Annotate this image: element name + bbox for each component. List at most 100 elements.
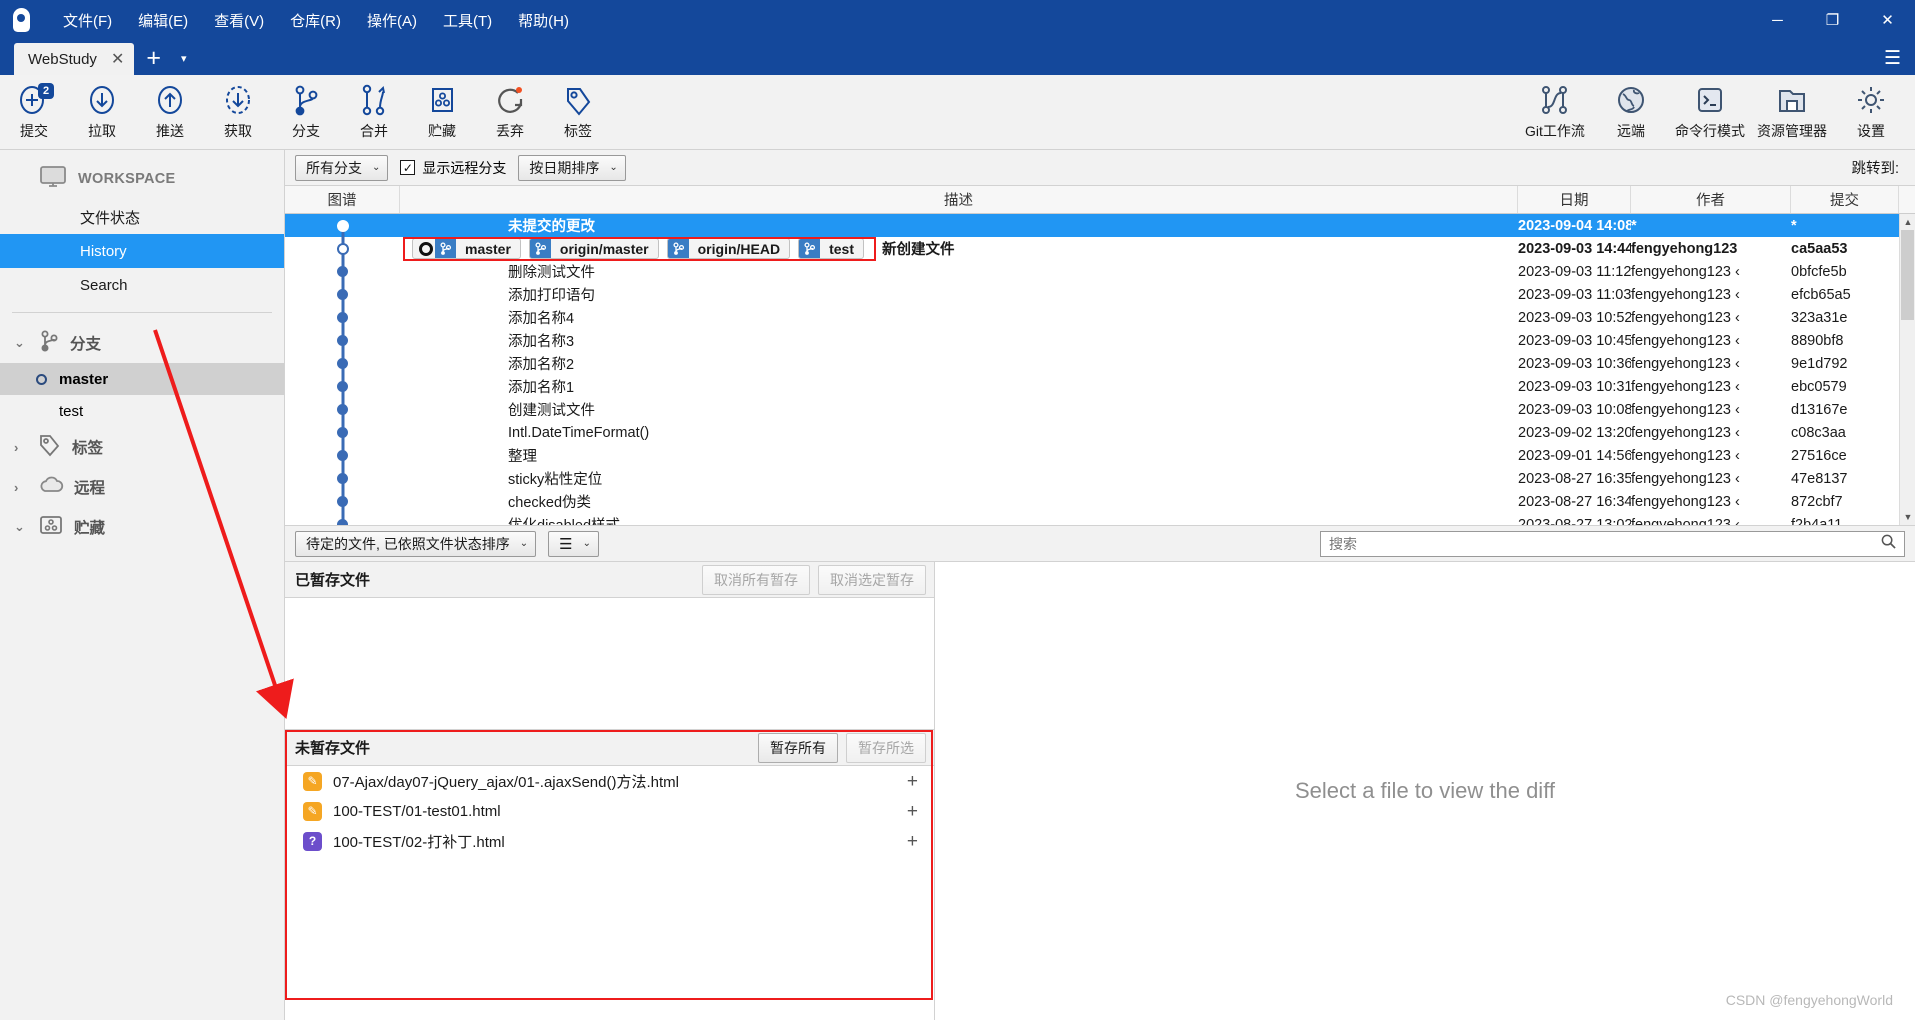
commit-row[interactable]: 整理 2023-09-01 14:56 fengyehong123 ‹ 27516ce <box>285 444 1915 467</box>
toolbar-merge-label: 合并 <box>360 123 388 139</box>
commit-graph-node <box>337 427 348 438</box>
commit-graph-cell <box>285 283 400 306</box>
menu-repository[interactable]: 仓库(R) <box>277 4 354 37</box>
pending-sort-dropdown[interactable]: 待定的文件, 已依照文件状态排序 ⌄ <box>295 530 537 557</box>
commit-row[interactable]: 添加名称4 2023-09-03 10:52 fengyehong123 ‹ 323a… <box>285 306 1915 329</box>
commit-row[interactable]: 添加名称1 2023-09-03 10:31 fengyehong123 ‹ ebc0… <box>285 375 1915 398</box>
new-tab-button[interactable]: + <box>134 46 171 75</box>
branch-chip[interactable]: master <box>412 238 521 259</box>
sidebar-item-search[interactable]: Search <box>0 268 284 302</box>
scroll-down-arrow-icon[interactable]: ▼ <box>1900 509 1915 525</box>
commit-graph-cell <box>285 237 400 260</box>
commit-description-cell: 创建测试文件 <box>400 399 1518 420</box>
sidebar-branch-test[interactable]: test <box>0 395 284 427</box>
show-remote-branches-checkbox[interactable]: ✓ 显示远程分支 <box>400 158 506 178</box>
menu-help[interactable]: 帮助(H) <box>505 4 582 37</box>
commit-row[interactable]: 添加名称2 2023-09-03 10:36 fengyehong123 ‹ 9e1d… <box>285 352 1915 375</box>
commit-description-cell: master origin/master origin/HEAD test 新创建文件 <box>400 238 1518 259</box>
menu-actions[interactable]: 操作(A) <box>354 4 430 37</box>
commit-row[interactable]: 未提交的更改 2023-09-04 14:08 * * <box>285 214 1915 237</box>
toolbar-push-button[interactable]: 推送 <box>136 77 204 147</box>
commit-table-scrollbar[interactable]: ▲ ▼ <box>1899 214 1915 525</box>
file-list-item[interactable]: ✎ 07-Ajax/day07-jQuery_ajax/01-.ajaxSend(… <box>285 766 934 796</box>
hamburger-menu-icon[interactable]: ☰ <box>1884 49 1901 68</box>
commit-row[interactable]: 添加名称3 2023-09-03 10:45 fengyehong123 ‹ 8890… <box>285 329 1915 352</box>
toolbar-remote-button[interactable]: 远端 <box>1593 77 1669 147</box>
column-header-description[interactable]: 描述 <box>400 186 1518 213</box>
branch-filter-dropdown[interactable]: 所有分支 ⌄ <box>295 154 389 181</box>
tab-webstudy[interactable]: WebStudy ✕ <box>14 43 135 75</box>
menu-file[interactable]: 文件(F) <box>50 4 125 37</box>
toolbar-pull-button[interactable]: 拉取 <box>68 77 136 147</box>
staged-files-list[interactable] <box>285 598 934 729</box>
commit-row[interactable]: 添加打印语句 2023-09-03 11:03 fengyehong123 ‹ efc… <box>285 283 1915 306</box>
stage-all-button[interactable]: 暂存所有 <box>758 732 838 763</box>
sidebar-group-stashes-label: 贮藏 <box>74 520 106 537</box>
menu-edit[interactable]: 编辑(E) <box>125 4 201 37</box>
commit-row[interactable]: master origin/master origin/HEAD test 新创建文件 2… <box>285 237 1915 260</box>
menu-tools[interactable]: 工具(T) <box>430 4 505 37</box>
commit-row[interactable]: checked伪类 2023-08-27 16:34 fengyehong123 ‹… <box>285 490 1915 513</box>
menu-view[interactable]: 查看(V) <box>201 4 277 37</box>
toolbar-settings-button[interactable]: 设置 <box>1833 77 1909 147</box>
commit-row[interactable]: 创建测试文件 2023-09-03 10:08 fengyehong123 ‹ d13… <box>285 398 1915 421</box>
sidebar-group-stashes[interactable]: ⌄ 贮藏 <box>0 507 284 547</box>
tab-list-chevron-down-icon[interactable]: ▾ <box>171 52 197 75</box>
file-list-item[interactable]: ? 100-TEST/02-打补丁.html + <box>285 826 934 856</box>
stage-file-button[interactable]: + <box>907 832 924 851</box>
commit-description-cell: 未提交的更改 <box>400 215 1518 236</box>
toolbar-tag-button[interactable]: 标签 <box>544 77 612 147</box>
toolbar-gitflow-button[interactable]: Git工作流 <box>1517 77 1593 147</box>
toolbar-discard-button[interactable]: 丢弃 <box>476 77 544 147</box>
stage-selected-button[interactable]: 暂存所选 <box>846 732 926 763</box>
sidebar-item-file-status[interactable]: 文件状态 <box>0 200 284 234</box>
toolbar-branch-button[interactable]: 分支 <box>272 77 340 147</box>
column-header-commit[interactable]: 提交 <box>1791 186 1899 213</box>
modified-file-icon: ✎ <box>303 801 322 821</box>
close-button[interactable]: ✕ <box>1860 0 1915 40</box>
toolbar-stash-button[interactable]: 贮藏 <box>408 77 476 147</box>
toolbar-terminal-button[interactable]: 命令行模式 <box>1669 77 1751 147</box>
tab-close-icon[interactable]: ✕ <box>111 49 124 69</box>
stage-file-button[interactable]: + <box>907 772 924 791</box>
minimize-button[interactable]: ─ <box>1750 0 1805 40</box>
search-icon[interactable] <box>1881 534 1896 554</box>
toolbar-merge-button[interactable]: 合并 <box>340 77 408 147</box>
column-header-date[interactable]: 日期 <box>1518 186 1631 213</box>
sidebar-group-tags[interactable]: › 标签 <box>0 427 284 467</box>
commit-row[interactable]: Intl.DateTimeFormat() 2023-09-02 13:20 fen… <box>285 421 1915 444</box>
branch-chip[interactable]: origin/master <box>528 238 659 259</box>
branch-chip[interactable]: origin/HEAD <box>666 238 791 259</box>
column-header-author[interactable]: 作者 <box>1631 186 1791 213</box>
stage-file-button[interactable]: + <box>907 802 924 821</box>
toolbar-commit-button[interactable]: 2 提交 <box>0 77 68 147</box>
commit-row[interactable]: sticky粘性定位 2023-08-27 16:35 fengyehong123 … <box>285 467 1915 490</box>
branch-chip[interactable]: test <box>798 238 864 259</box>
sidebar-group-branches[interactable]: ⌄ 分支 <box>0 323 284 363</box>
column-header-graph[interactable]: 图谱 <box>285 186 400 213</box>
commit-row[interactable]: 优化disabled样式 2023-08-27 13:02fengyehong12… <box>285 513 1915 525</box>
sidebar-item-history[interactable]: History <box>0 234 284 268</box>
toolbar-fetch-button[interactable]: 获取 <box>204 77 272 147</box>
staged-pane-title: 已暂存文件 <box>295 572 371 589</box>
toolbar-explorer-button[interactable]: 资源管理器 <box>1751 77 1833 147</box>
unstage-selected-button[interactable]: 取消选定暂存 <box>818 564 926 595</box>
maximize-button[interactable]: ❐ <box>1805 0 1860 40</box>
sidebar-group-remotes[interactable]: › 远程 <box>0 467 284 507</box>
commit-author-cell: fengyehong123 ‹ <box>1631 493 1740 510</box>
commit-description-cell: 整理 <box>400 445 1518 466</box>
diff-search-box[interactable] <box>1320 530 1905 557</box>
scrollbar-thumb[interactable] <box>1901 230 1914 320</box>
view-mode-dropdown[interactable]: ☰ ⌄ <box>548 530 600 557</box>
commit-date-cell: 2023-09-02 13:20 <box>1518 424 1631 441</box>
scroll-up-arrow-icon[interactable]: ▲ <box>1900 214 1915 230</box>
unstage-all-button[interactable]: 取消所有暂存 <box>702 564 810 595</box>
sort-order-dropdown[interactable]: 按日期排序 ⌄ <box>518 154 626 181</box>
unstaged-files-list[interactable]: ✎ 07-Ajax/day07-jQuery_ajax/01-.ajaxSend(… <box>285 766 934 1020</box>
commit-row[interactable]: 删除测试文件 2023-09-03 11:12 fengyehong123 ‹ 0bf… <box>285 260 1915 283</box>
commit-table-body: 未提交的更改 2023-09-04 14:08 * * master origin/mas… <box>285 214 1915 525</box>
file-list-item[interactable]: ✎ 100-TEST/01-test01.html + <box>285 796 934 826</box>
commit-author-cell: * <box>1631 217 1637 234</box>
search-input[interactable] <box>1329 535 1875 552</box>
sidebar-branch-master[interactable]: master <box>0 363 284 395</box>
